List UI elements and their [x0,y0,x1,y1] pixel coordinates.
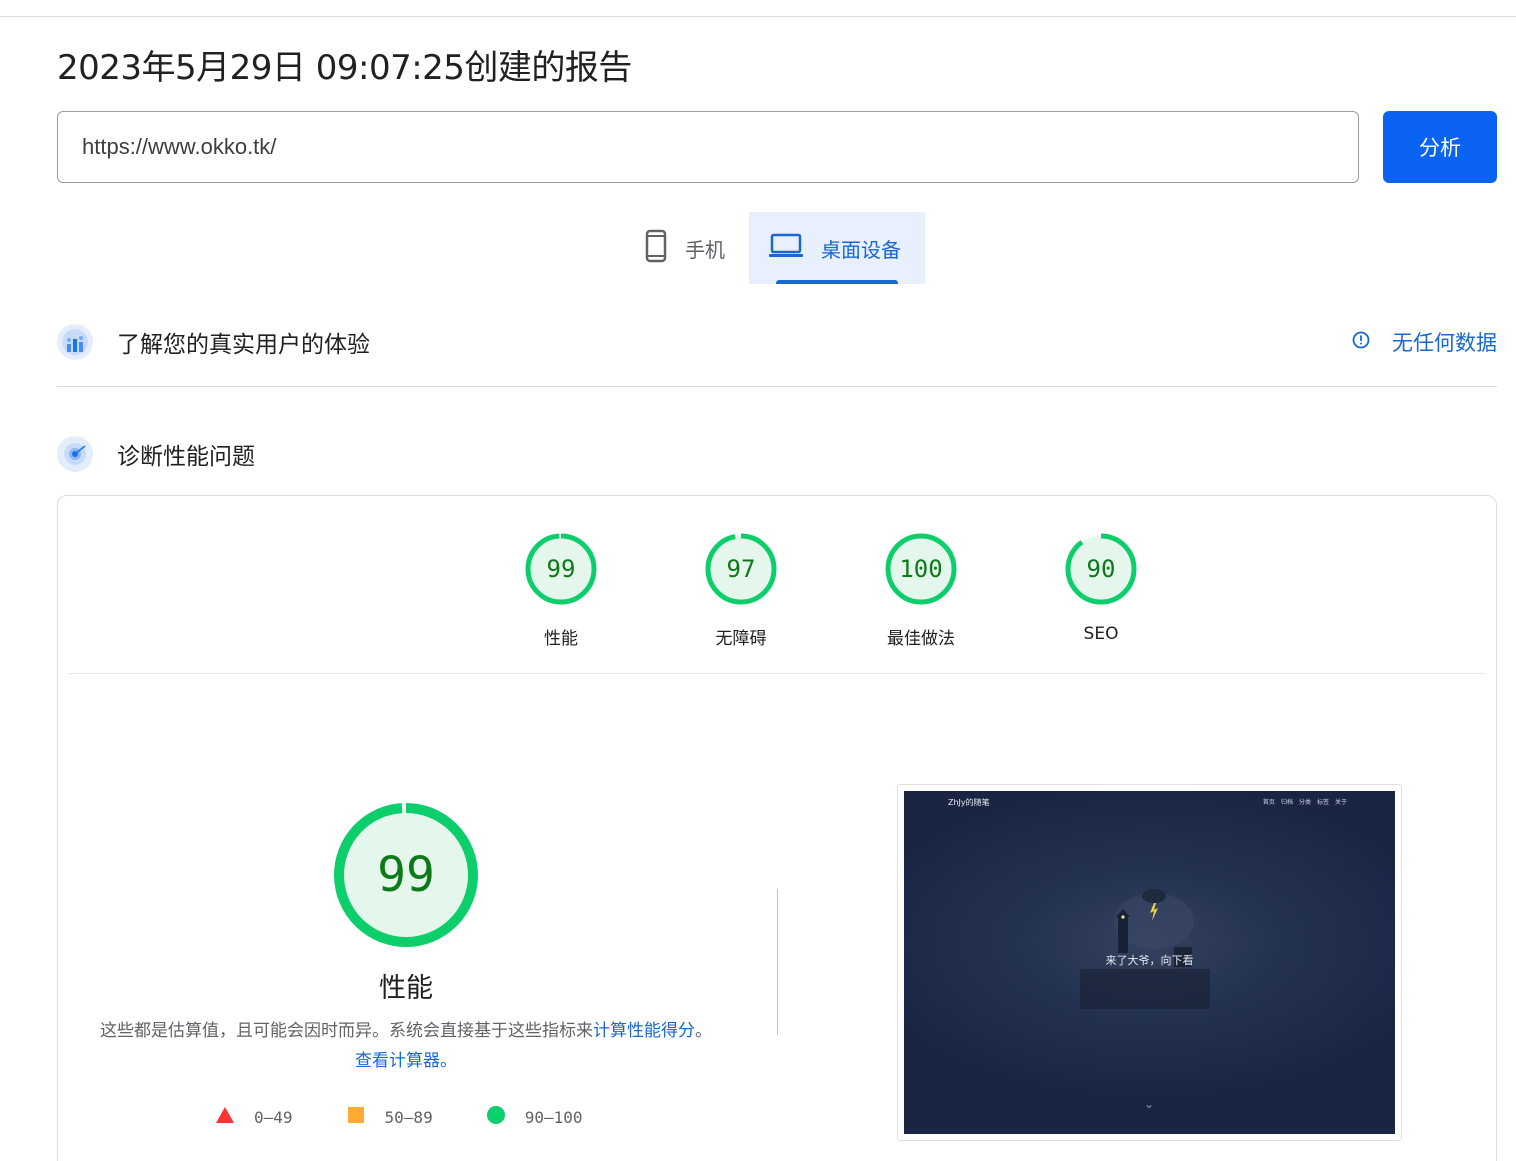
desc-punct: 。 [695,1021,712,1041]
laptop-icon [769,233,803,263]
view-calculator-link[interactable]: 查看计算器。 [355,1051,457,1071]
url-input[interactable] [57,111,1359,183]
performance-description: 这些都是估算值，且可能会因时而异。系统会直接基于这些指标来计算性能得分。 查看计… [98,1016,714,1076]
analyze-button[interactable]: 分析 [1383,111,1497,183]
thumbnail-slogan: 来了大爷，向下看 [1105,954,1194,967]
thumbnail-nav-item: 标签 [1316,799,1329,806]
gauge-label: 最佳做法 [887,629,955,649]
legend-pass-range: 90–100 [524,1108,583,1127]
gauge-label: 无障碍 [715,629,767,649]
gauge-accessibility[interactable]: 97 无障碍 [651,532,831,649]
crux-section: 了解您的真实用户的体验 无任何数据 [57,322,1497,362]
thumbnail-nav-item: 关于 [1334,799,1347,806]
gauge-score: 90 [1086,555,1116,583]
lighthouse-report-card: 99 性能 97 无障碍 100 最佳做法 90 SEO 99 性能 这些都是估… [57,495,1497,1161]
tab-desktop-label: 桌面设备 [821,237,901,262]
gauge-best-practices[interactable]: 100 最佳做法 [831,532,1011,649]
legend-pass: 90–100 [486,1106,583,1129]
thumbnail-nav-item: 归档 [1280,799,1293,806]
info-icon [1352,330,1370,354]
legend-fail: 0–49 [216,1107,293,1128]
tab-mobile[interactable]: 手机 [625,212,749,284]
circle-icon [486,1106,505,1129]
gauge-label: 性能 [544,629,578,649]
thumbnail-nav-item: 分类 [1298,799,1311,806]
crux-icon [57,324,93,360]
legend-average: 50–89 [347,1107,433,1128]
thumbnail-brand: ZhJy的随笔 [948,798,990,807]
diagnose-section: 诊断性能问题 [57,434,1497,474]
performance-big-gauge: 99 [332,801,480,949]
gauge-ring: 100 [884,532,958,606]
gauge-score: 97 [726,555,756,583]
gauge-ring: 90 [1064,532,1138,606]
legend-fail-range: 0–49 [254,1108,293,1127]
triangle-icon [216,1107,234,1128]
vertical-divider [777,889,778,1035]
final-screenshot[interactable]: ZhJy的随笔 首页 归档 分类 标签 关于 来了大爷，向下看 ⌄ [897,784,1402,1141]
gauge-performance[interactable]: 99 性能 [471,532,651,649]
gauge-ring: 99 [524,532,598,606]
lighthouse-icon [57,436,93,472]
report-title: 2023年5月29日 09:07:25创建的报告 [57,48,632,88]
chevron-down-icon: ⌄ [1144,1097,1155,1111]
page-thumbnail: ZhJy的随笔 首页 归档 分类 标签 关于 来了大爷，向下看 ⌄ [904,791,1395,1134]
gauge-label: SEO [1083,624,1119,644]
gauge-ring: 97 [704,532,778,606]
square-icon [347,1107,365,1128]
tab-desktop[interactable]: 桌面设备 [749,212,925,284]
no-data-text: 无任何数据 [1392,331,1497,355]
desc-text: 这些都是估算值，且可能会因时而异。系统会直接基于这些指标来 [100,1021,593,1041]
no-data-status[interactable]: 无任何数据 [1352,327,1497,357]
performance-label: 性能 [379,973,433,1004]
device-tabs: 手机 桌面设备 [625,212,925,284]
score-legend: 0–49 50–89 90–100 [216,1106,637,1129]
tab-mobile-label: 手机 [685,237,725,262]
gauge-score: 100 [899,555,943,583]
section-divider [57,386,1497,387]
score-gauges: 99 性能 97 无障碍 100 最佳做法 90 SEO [471,532,1191,649]
thumbnail-nav: 首页 归档 分类 标签 关于 [1257,797,1347,806]
performance-score: 99 [377,847,435,903]
crux-title: 了解您的真实用户的体验 [117,332,370,358]
calc-score-link[interactable]: 计算性能得分 [593,1021,695,1041]
gauge-seo[interactable]: 90 SEO [1011,532,1191,649]
top-divider [0,16,1516,17]
active-tab-indicator [776,280,898,284]
gauge-score: 99 [546,555,576,583]
card-divider [69,673,1485,674]
phone-icon [645,229,667,267]
thumbnail-nav-item: 首页 [1262,799,1275,806]
legend-average-range: 50–89 [384,1108,433,1127]
diagnose-title: 诊断性能问题 [117,444,255,470]
